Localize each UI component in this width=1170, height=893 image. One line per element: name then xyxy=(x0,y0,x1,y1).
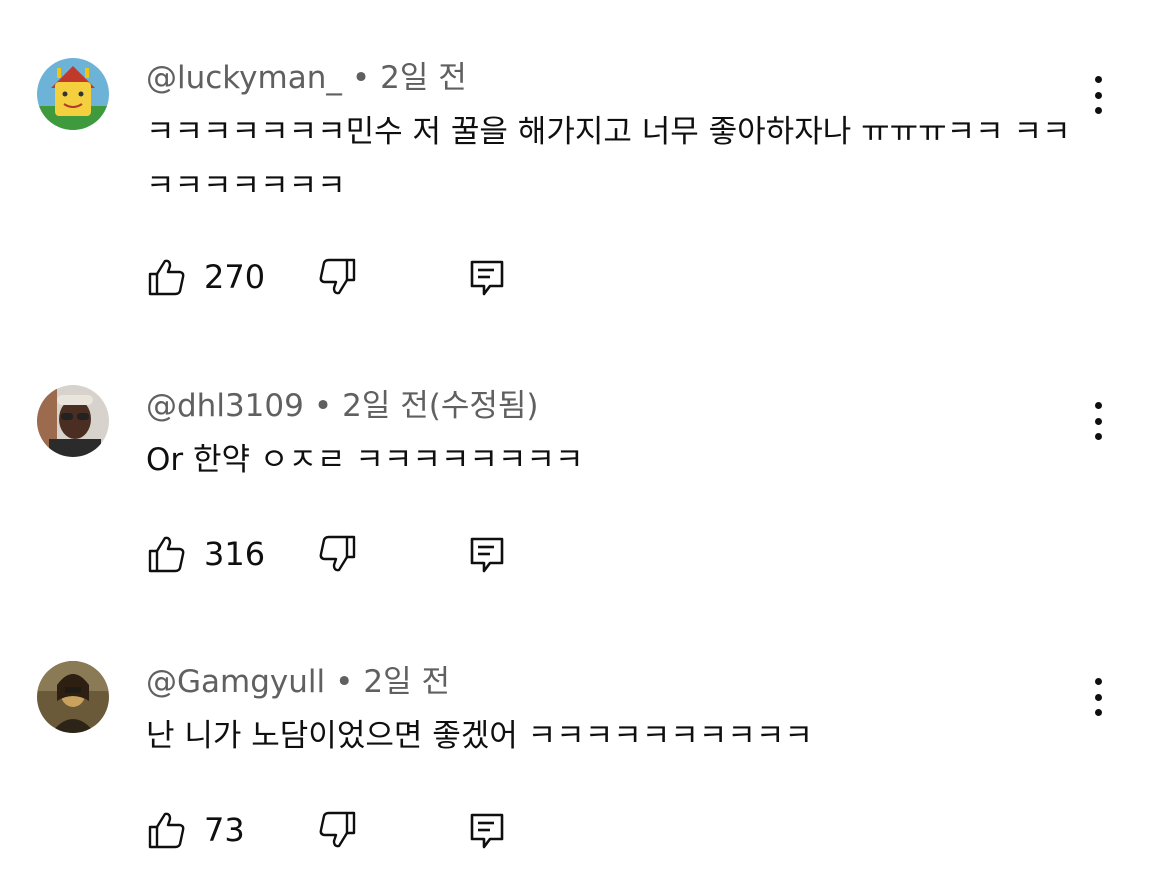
separator-dot: • xyxy=(335,664,354,700)
avatar[interactable] xyxy=(37,385,109,457)
more-vertical-icon[interactable] xyxy=(1080,674,1116,720)
comment-time[interactable]: 2일 전 xyxy=(380,60,467,96)
comment-author[interactable]: @Gamgyull xyxy=(146,664,325,700)
thumbs-up-icon[interactable] xyxy=(146,809,188,851)
comment-text: 난 니가 노담이었으면 좋겠어 ㅋㅋㅋㅋㅋㅋㅋㅋㅋㅋ xyxy=(146,718,813,754)
comment-text: Or 한약 ㅇㅈㄹ ㅋㅋㅋㅋㅋㅋㅋㅋ xyxy=(146,442,584,478)
comment-actions: 270 xyxy=(146,256,546,298)
comment-author[interactable]: @luckyman_ xyxy=(146,60,342,96)
separator-dot: • xyxy=(313,388,333,424)
comment-author[interactable]: @dhl3109 xyxy=(146,388,304,424)
comment-meta: @luckyman_ • 2일 전 xyxy=(146,58,467,98)
thumbs-down-icon[interactable] xyxy=(316,256,358,298)
comment-time[interactable]: 2일 전(수정됨) xyxy=(342,388,538,424)
avatar[interactable] xyxy=(37,661,109,733)
like-count: 73 xyxy=(204,811,245,849)
comment-text: ㅋㅋㅋㅋㅋㅋㅋ민수 저 꿀을 해가지고 너무 좋아하자나 ㅠㅠㅠㅋㅋ ㅋㅋㅋㅋㅋ… xyxy=(146,114,1071,204)
comment-actions: 316 xyxy=(146,533,546,575)
thumbs-up-icon[interactable] xyxy=(146,256,188,298)
comment-actions: 73 xyxy=(146,809,546,851)
like-count: 270 xyxy=(204,258,266,296)
reply-comment-icon[interactable] xyxy=(466,256,508,298)
thumbs-down-icon[interactable] xyxy=(316,809,358,851)
thumbs-up-icon[interactable] xyxy=(146,533,188,575)
avatar[interactable] xyxy=(37,58,109,130)
separator-dot: • xyxy=(351,60,371,96)
thumbs-down-icon[interactable] xyxy=(316,533,358,575)
reply-comment-icon[interactable] xyxy=(466,809,508,851)
comment-time[interactable]: 2일 전 xyxy=(363,664,450,700)
comment-meta: @Gamgyull • 2일 전 xyxy=(146,662,450,702)
comment-meta: @dhl3109 • 2일 전(수정됨) xyxy=(146,386,539,426)
reply-comment-icon[interactable] xyxy=(466,533,508,575)
more-vertical-icon[interactable] xyxy=(1080,72,1116,118)
more-vertical-icon[interactable] xyxy=(1080,398,1116,444)
like-count: 316 xyxy=(204,535,266,573)
